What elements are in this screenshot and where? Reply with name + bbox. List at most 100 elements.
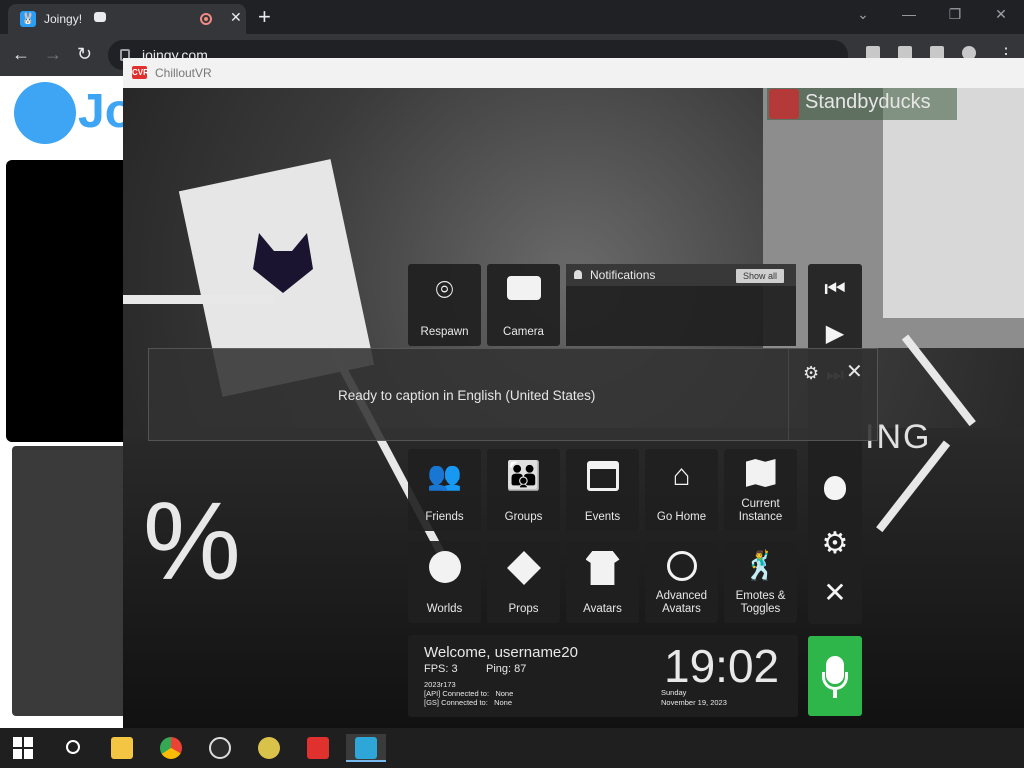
joingy-logo-icon	[14, 82, 76, 144]
close-menu-button[interactable]: ✕	[808, 576, 862, 609]
clock-day: Sunday	[661, 688, 687, 697]
events-button[interactable]: Events	[566, 449, 639, 531]
obs-icon	[209, 737, 231, 759]
forward-button[interactable]: →	[44, 44, 62, 65]
caption-app-icon	[355, 737, 377, 759]
cvr-window-title: ChilloutVR	[155, 66, 212, 80]
self-video	[12, 446, 130, 716]
browser-tab[interactable]: 🐰 Joingy! ✕	[8, 4, 246, 34]
home-icon: ⌂	[672, 459, 691, 492]
search-icon	[66, 740, 80, 754]
respawn-label: Respawn	[420, 326, 469, 338]
camera-icon	[506, 276, 541, 300]
advanced-avatars-button[interactable]: Advanced Avatars	[645, 541, 718, 623]
camera-label: Camera	[503, 326, 544, 338]
back-button[interactable]: ←	[12, 44, 30, 65]
build-version: 2023r173	[424, 680, 456, 689]
taskbar-caption-app[interactable]	[346, 734, 386, 762]
taskbar-chrome[interactable]	[151, 734, 191, 762]
groups-label: Groups	[504, 511, 543, 523]
taskbar-obs[interactable]	[200, 734, 240, 762]
tab-search-button[interactable]: ⌄	[840, 4, 886, 24]
events-label: Events	[584, 511, 621, 523]
reload-button[interactable]: ↻	[77, 44, 92, 65]
settings-button[interactable]: ⚙	[808, 526, 862, 561]
friends-button[interactable]: 👥 Friends	[408, 449, 481, 531]
status-panel: Welcome, username20 FPS: 3 Ping: 87 2023…	[408, 635, 798, 717]
caption-close-button[interactable]: ✕	[846, 359, 863, 384]
cvr-icon	[307, 737, 329, 759]
taskbar-chilloutvr[interactable]	[298, 734, 338, 762]
pin-icon: ⌾	[435, 274, 454, 307]
shirt-icon	[585, 551, 620, 585]
current-instance-button[interactable]: Current Instance	[724, 449, 797, 531]
play-button[interactable]: ▶	[808, 319, 862, 348]
game-viewport[interactable]: % ING Standbyducks ⌾ Respawn Camera Noti…	[123, 88, 1024, 728]
props-button[interactable]: Props	[487, 541, 560, 623]
potion-icon	[666, 551, 697, 581]
stranger-video	[6, 160, 130, 442]
joingy-page: Jo	[0, 76, 134, 728]
groups-icon: 👪	[506, 460, 541, 491]
new-tab-button[interactable]: +	[258, 4, 271, 30]
welcome-text: Welcome, username20	[424, 644, 578, 661]
notifications-title: Notifications	[590, 268, 656, 282]
worlds-button[interactable]: Worlds	[408, 541, 481, 623]
player-nameplate: Standbyducks	[767, 88, 957, 120]
avatars-button[interactable]: Avatars	[566, 541, 639, 623]
player-name: Standbyducks	[805, 91, 931, 113]
gs-value: None	[494, 698, 512, 707]
fps-readout: FPS: 3	[424, 663, 458, 675]
folder-icon	[111, 737, 133, 759]
globe-icon	[428, 551, 461, 583]
worlds-label: Worlds	[426, 603, 463, 615]
ping-readout: Ping: 87	[486, 663, 526, 675]
bug-report-button[interactable]	[808, 476, 862, 507]
minimize-button[interactable]: —	[886, 4, 932, 24]
camera-button[interactable]: Camera	[487, 264, 560, 346]
tab-close-button[interactable]: ✕	[230, 9, 242, 26]
api-value: None	[495, 689, 514, 698]
respawn-button[interactable]: ⌾ Respawn	[408, 264, 481, 346]
cvr-app-icon: CVR	[132, 66, 149, 79]
browser-tab-bar: 🐰 Joingy! ✕ + ⌄ — ❐ ✕	[0, 0, 1024, 34]
caption-settings-button[interactable]: ⚙	[803, 363, 819, 384]
cvr-titlebar[interactable]: CVR ChilloutVR	[123, 58, 1024, 88]
api-connection: [API] Connected to: None	[424, 689, 513, 698]
windows-logo-icon	[13, 737, 35, 759]
emotes-toggles-label: Emotes & Toggles	[735, 590, 786, 615]
map-icon	[745, 459, 776, 487]
friends-label: Friends	[425, 511, 464, 523]
microphone-button[interactable]	[808, 636, 862, 716]
start-button[interactable]	[4, 734, 44, 762]
quick-menu-sidebar: ⏮ ▶ ⏭ ⚙ ✕	[808, 264, 862, 624]
cube-icon	[506, 551, 541, 585]
microphone-base	[833, 690, 837, 698]
taskbar-file-explorer[interactable]	[102, 734, 142, 762]
chilloutvr-window[interactable]: CVR ChilloutVR % ING Standbyducks ⌾ Resp…	[123, 58, 1024, 728]
previous-track-button[interactable]: ⏮	[808, 276, 862, 304]
groups-button[interactable]: 👪 Groups	[487, 449, 560, 531]
loading-percent: %	[143, 480, 241, 603]
hex-line	[123, 295, 273, 304]
bell-icon	[574, 270, 582, 279]
bee-icon	[258, 737, 280, 759]
search-button[interactable]	[52, 734, 92, 762]
restore-button[interactable]: ❐	[932, 4, 978, 24]
show-all-button[interactable]: Show all	[736, 269, 784, 283]
fps-value: 3	[451, 663, 458, 675]
live-caption-box[interactable]: Ready to caption in English (United Stat…	[148, 348, 878, 441]
caption-text: Ready to caption in English (United Stat…	[338, 388, 596, 403]
bug-icon	[824, 476, 846, 500]
emotes-toggles-button[interactable]: 🕺 Emotes & Toggles	[724, 541, 797, 623]
calendar-icon	[586, 461, 619, 491]
taskbar-app-bee[interactable]	[249, 734, 289, 762]
go-home-button[interactable]: ⌂ Go Home	[645, 449, 718, 531]
caption-area: Ready to caption in English (United Stat…	[149, 349, 789, 441]
notifications-panel[interactable]: Notifications Show all	[566, 264, 796, 346]
player-avatar	[769, 89, 799, 119]
joingy-favicon-icon: 🐰	[20, 11, 36, 27]
gs-connection: [GS] Connected to: None	[424, 698, 512, 707]
fps-label: FPS:	[424, 663, 449, 675]
window-close-button[interactable]: ✕	[978, 4, 1024, 24]
